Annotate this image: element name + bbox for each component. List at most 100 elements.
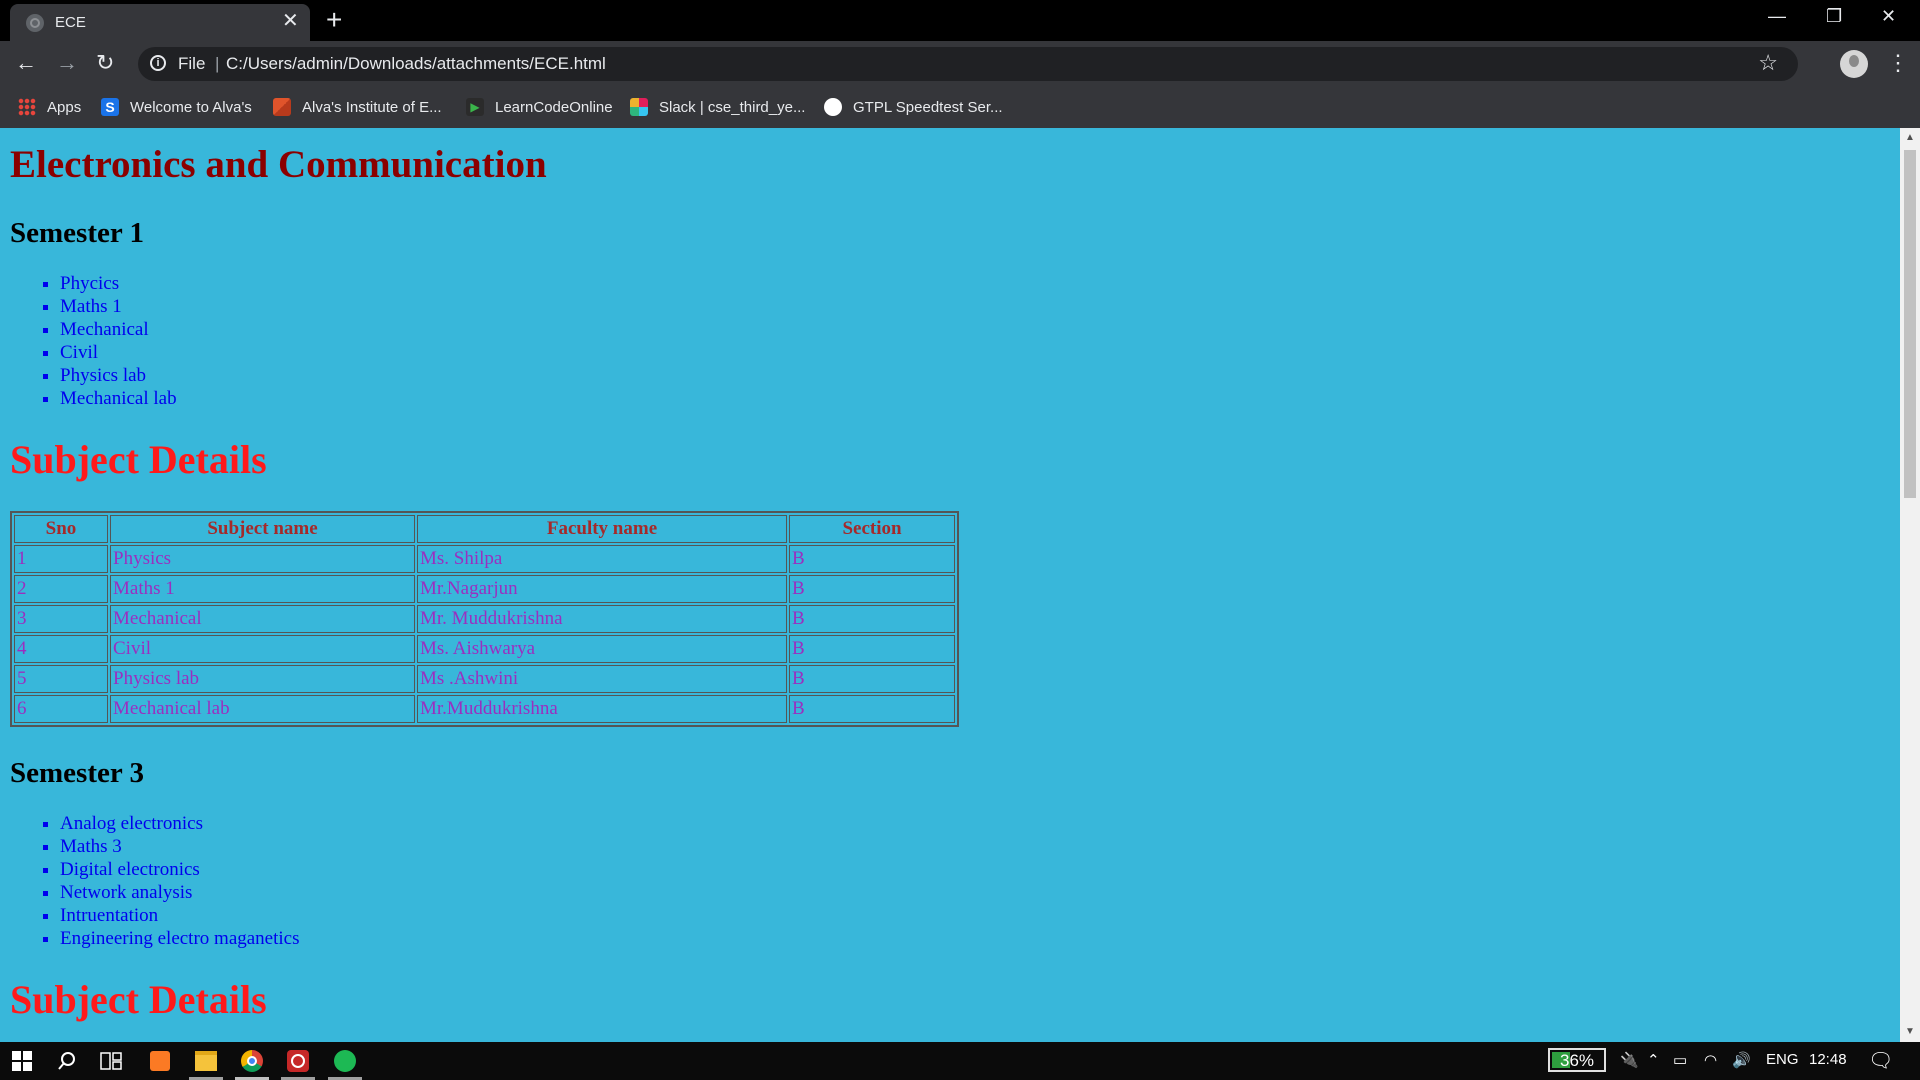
- browser-toolbar: ← → ↻ i File | C:/Users/admin/Downloads/…: [0, 41, 1920, 87]
- volume-icon[interactable]: 🔊: [1732, 1051, 1751, 1069]
- column-header: Section: [789, 515, 955, 543]
- table-cell: Ms .Ashwini: [417, 665, 787, 693]
- clock[interactable]: 12:48: [1809, 1051, 1847, 1068]
- table-cell: 1: [14, 545, 108, 573]
- bookmark-slack[interactable]: Slack | cse_third_ye...: [630, 95, 805, 119]
- column-header: Subject name: [110, 515, 415, 543]
- list-item: Mechanical: [60, 318, 1890, 341]
- battery-icon[interactable]: ▭: [1673, 1051, 1687, 1069]
- chrome-icon[interactable]: [238, 1047, 266, 1075]
- kebab-menu-icon[interactable]: ⋮: [1887, 49, 1909, 77]
- subject-link[interactable]: Phycics: [60, 273, 119, 294]
- subject-link[interactable]: Network analysis: [60, 882, 192, 903]
- chevron-up-icon[interactable]: ⌃: [1647, 1051, 1660, 1069]
- semester-3-heading: Semester 3: [10, 757, 144, 789]
- forward-arrow-icon[interactable]: →: [56, 49, 78, 77]
- scroll-down-arrow-icon[interactable]: ▼: [1905, 1026, 1915, 1037]
- column-header: Faculty name: [417, 515, 787, 543]
- bookmark-label: GTPL Speedtest Ser...: [853, 98, 1003, 116]
- learncodeonline-icon: ▶: [466, 98, 484, 116]
- table-cell: B: [789, 575, 955, 603]
- table-cell: B: [789, 545, 955, 573]
- subject-link[interactable]: Civil: [60, 342, 98, 363]
- list-item: Civil: [60, 341, 1890, 364]
- bookmark-alvas-institute[interactable]: Alva's Institute of E...: [273, 95, 442, 119]
- bookmark-label: LearnCodeOnline: [495, 98, 613, 116]
- bookmark-learncodeonline[interactable]: ▶ LearnCodeOnline: [466, 95, 613, 119]
- subject-link[interactable]: Digital electronics: [60, 859, 200, 880]
- table-cell: B: [789, 605, 955, 633]
- list-item: Network analysis: [60, 881, 1890, 904]
- alvas-institute-icon: [273, 98, 291, 116]
- alvas-s-icon: S: [101, 98, 119, 116]
- subject-link[interactable]: Physics lab: [60, 365, 146, 386]
- close-window-icon[interactable]: ✕: [1881, 6, 1896, 27]
- start-icon[interactable]: [8, 1047, 36, 1075]
- semester-1-heading: Semester 1: [10, 217, 144, 249]
- url-text[interactable]: C:/Users/admin/Downloads/attachments/ECE…: [226, 54, 606, 74]
- table-cell: Ms. Aishwarya: [417, 635, 787, 663]
- subject-link[interactable]: Engineering electro maganetics: [60, 928, 300, 949]
- info-icon[interactable]: i: [150, 55, 166, 71]
- search-icon[interactable]: [53, 1047, 81, 1075]
- subject-link[interactable]: Mechanical: [60, 319, 149, 340]
- browser-tab[interactable]: ECE ✕: [10, 4, 310, 41]
- table-row: 4 Civil Ms. Aishwarya B: [14, 635, 955, 663]
- subject-link[interactable]: Maths 3: [60, 836, 122, 857]
- xampp-icon[interactable]: [146, 1047, 174, 1075]
- bookmark-label: Apps: [47, 98, 82, 116]
- battery-indicator[interactable]: 36%: [1548, 1048, 1606, 1072]
- spotify-icon[interactable]: [331, 1047, 359, 1075]
- list-item: Maths 1: [60, 295, 1890, 318]
- scroll-up-arrow-icon[interactable]: ▲: [1905, 132, 1915, 143]
- column-header: Sno: [14, 515, 108, 543]
- semester-3-subject-list: Analog electronics Maths 3 Digital elect…: [10, 812, 1890, 950]
- language-indicator[interactable]: ENG: [1766, 1051, 1799, 1068]
- page-content: Electronics and Communication Semester 1…: [0, 142, 1900, 1023]
- slack-icon: [630, 98, 648, 116]
- close-tab-icon[interactable]: ✕: [282, 11, 299, 31]
- bookmarks-bar: Apps S Welcome to Alva's Alva's Institut…: [0, 87, 1920, 129]
- subject-link[interactable]: Mechanical lab: [60, 388, 177, 409]
- list-item: Physics lab: [60, 364, 1890, 387]
- scrollbar-thumb[interactable]: [1904, 150, 1916, 498]
- subject-link[interactable]: Analog electronics: [60, 813, 203, 834]
- table-row: 5 Physics lab Ms .Ashwini B: [14, 665, 955, 693]
- bookmark-star-icon[interactable]: ☆: [1758, 50, 1778, 76]
- notification-icon[interactable]: 🗨: [1868, 1048, 1893, 1073]
- file-explorer-icon[interactable]: [192, 1047, 220, 1075]
- table-cell: Civil: [110, 635, 415, 663]
- bookmark-label: Slack | cse_third_ye...: [659, 98, 806, 116]
- subject-link[interactable]: Intruentation: [60, 905, 158, 926]
- whatsapp-icon[interactable]: [284, 1047, 312, 1075]
- table-cell: Physics lab: [110, 665, 415, 693]
- bookmark-label: Alva's Institute of E...: [302, 98, 442, 116]
- reload-icon[interactable]: ↻: [96, 49, 114, 77]
- back-arrow-icon[interactable]: ←: [15, 49, 37, 77]
- subject-details-table: Sno Subject name Faculty name Section 1 …: [10, 511, 959, 727]
- subject-link[interactable]: Maths 1: [60, 296, 122, 317]
- wifi-icon[interactable]: ◠: [1704, 1051, 1717, 1069]
- bookmark-gtpl-speedtest[interactable]: GTPL Speedtest Ser...: [824, 95, 1003, 119]
- minimize-icon[interactable]: —: [1768, 6, 1786, 27]
- list-item: Digital electronics: [60, 858, 1890, 881]
- profile-avatar[interactable]: [1840, 50, 1868, 78]
- scheme-label: File: [178, 54, 206, 73]
- globe-icon: [26, 14, 44, 32]
- bookmark-apps[interactable]: Apps: [18, 95, 81, 119]
- table-cell: Mechanical: [110, 605, 415, 633]
- list-item: Intruentation: [60, 904, 1890, 927]
- table-cell: B: [789, 635, 955, 663]
- task-view-icon[interactable]: [97, 1047, 125, 1075]
- new-tab-button[interactable]: +: [326, 6, 342, 34]
- speedtest-icon: [824, 98, 842, 116]
- address-bar[interactable]: i File | C:/Users/admin/Downloads/attach…: [138, 47, 1798, 81]
- bookmark-welcome-alvas[interactable]: S Welcome to Alva's: [101, 95, 252, 119]
- restore-icon[interactable]: ❐: [1826, 6, 1842, 27]
- page-scrollbar[interactable]: ▲ ▼: [1900, 128, 1920, 1042]
- power-plug-icon[interactable]: 🔌: [1620, 1051, 1639, 1069]
- subject-details-heading: Subject Details: [10, 437, 267, 482]
- table-cell: 2: [14, 575, 108, 603]
- bookmark-label: Welcome to Alva's: [130, 98, 252, 116]
- table-cell: 5: [14, 665, 108, 693]
